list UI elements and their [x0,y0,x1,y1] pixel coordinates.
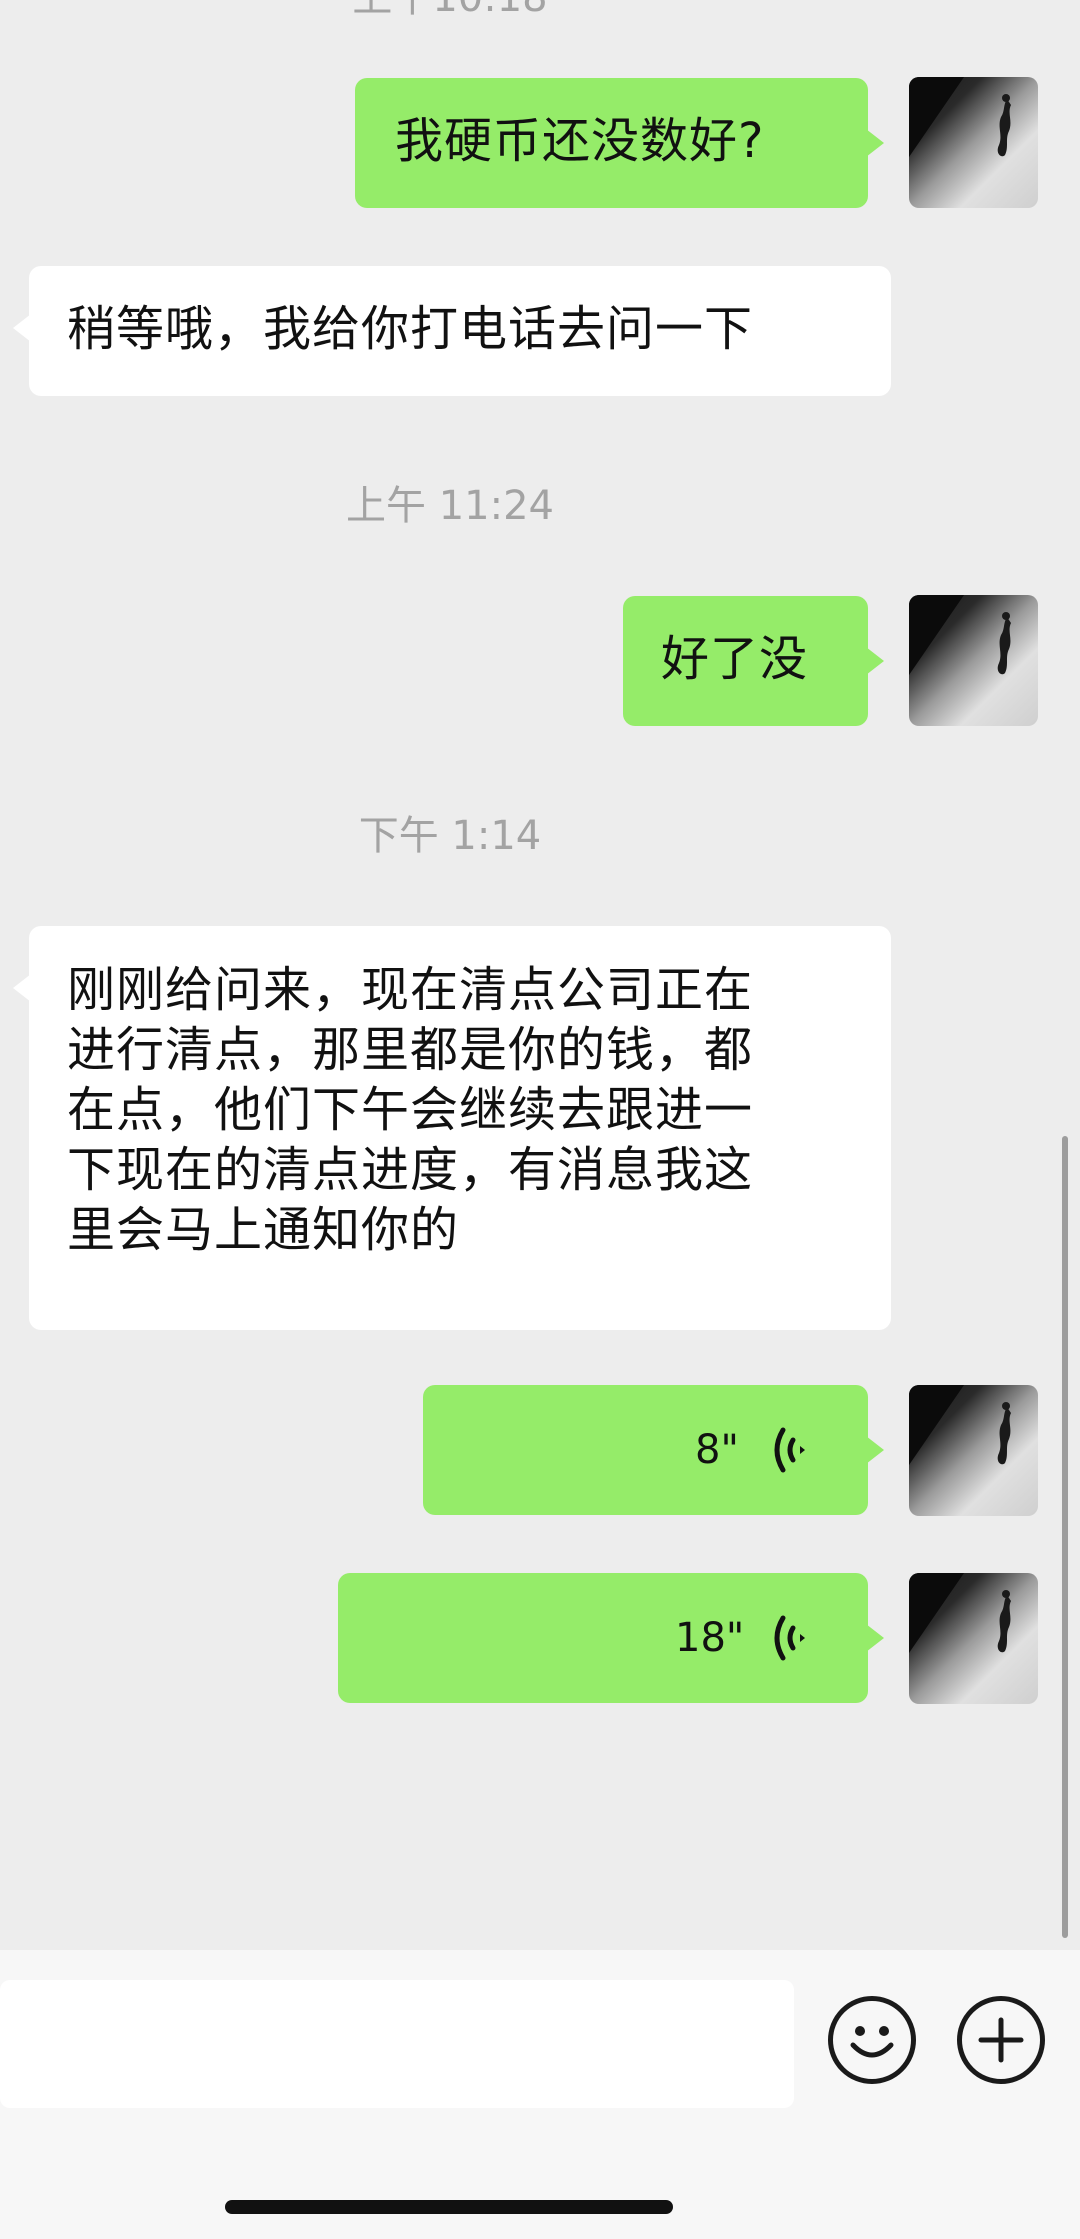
scrollbar[interactable] [1062,1136,1068,1938]
avatar-image [909,1385,1011,1465]
message-input[interactable] [0,1980,794,2108]
message-bubble-incoming[interactable]: 稍等哦，我给你打电话去问一下 [13,266,891,396]
chat-message-list[interactable]: 上午10:18 我硬币还没数好? 稍等哦，我给你打电话去问一下 上午 11:24… [0,0,1080,1950]
timestamp: 上午 11:24 [346,483,554,529]
home-indicator[interactable] [225,2200,673,2214]
smiley-icon [850,2026,894,2058]
avatar[interactable] [909,1385,1038,1516]
voice-duration: 8" [695,1427,739,1473]
input-bar [0,1950,1080,2239]
message-text: 刚刚给问来，现在清点公司正在 进行清点，那里都是你的钱，都 在点，他们下午会继续… [67,960,753,1260]
voice-duration: 18" [675,1615,745,1661]
avatar-image [909,77,1011,157]
emoji-button[interactable] [828,1996,916,2084]
plus-icon [978,2017,1024,2063]
avatar[interactable] [909,595,1038,726]
voice-message-bubble[interactable]: 18" [338,1573,884,1703]
message-text-line: 刚刚给问来，现在清点公司正在 [67,962,754,1018]
message-text-line: 进行清点，那里都是你的钱，都 [67,1022,754,1078]
message-text-line: 下现在的清点进度，有消息我这 [67,1142,754,1198]
voice-message-bubble[interactable]: 8" [423,1385,884,1515]
message-bubble-outgoing[interactable]: 好了没 [623,596,884,726]
message-text: 好了没 [661,631,809,687]
more-button[interactable] [957,1996,1045,2084]
message-bubble-outgoing[interactable]: 我硬币还没数好? [355,78,884,208]
avatar-image [909,1573,1011,1653]
timestamp: 下午 1:14 [358,813,542,859]
timestamp-partial: 上午10:18 [0,0,900,18]
message-text-line: 里会马上通知你的 [67,1202,460,1258]
avatar[interactable] [909,1573,1038,1704]
message-text: 稍等哦，我给你打电话去问一下 [67,301,754,357]
message-text-line: 在点，他们下午会继续去跟进一 [67,1082,754,1138]
voice-wave-icon [774,1615,805,1661]
message-text: 我硬币还没数好? [395,113,765,169]
voice-wave-icon [774,1427,805,1473]
avatar-image [909,595,1011,675]
message-bubble-incoming[interactable]: 刚刚给问来，现在清点公司正在 进行清点，那里都是你的钱，都 在点，他们下午会继续… [13,926,891,1330]
avatar[interactable] [909,77,1038,208]
